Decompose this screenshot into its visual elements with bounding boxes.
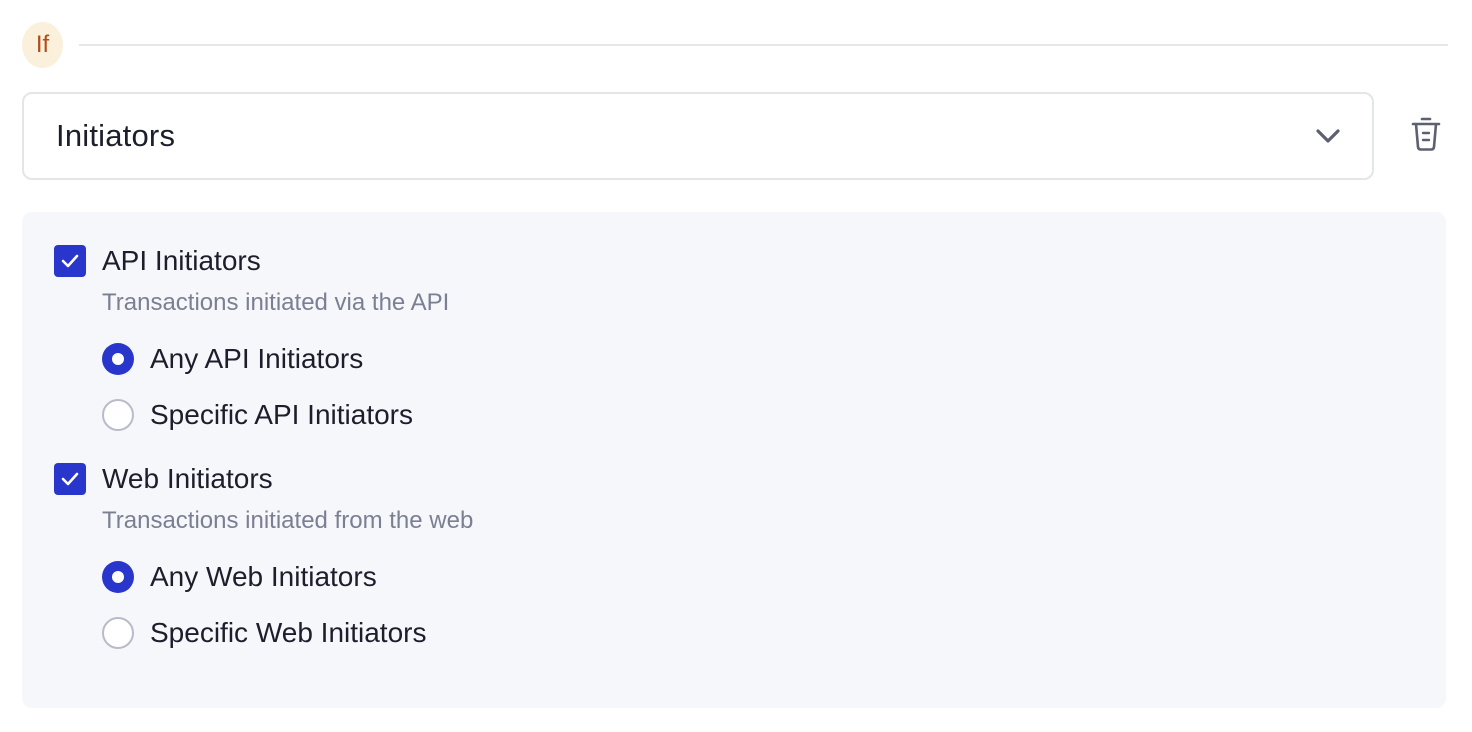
delete-condition-button[interactable] (1410, 116, 1442, 156)
chevron-down-icon (1314, 122, 1342, 150)
trash-icon (1411, 116, 1441, 157)
radio-any-web[interactable] (102, 561, 134, 593)
radio-option-specific-api[interactable]: Specific API Initiators (102, 398, 1414, 432)
radio-label: Specific Web Initiators (150, 617, 427, 648)
radio-label: Specific API Initiators (150, 399, 414, 430)
web-initiators-description: Transactions initiated from the web (102, 507, 474, 534)
checkmark-icon (61, 254, 79, 268)
select-value: Initiators (56, 118, 176, 153)
condition-header: If (22, 22, 1448, 68)
web-initiators-row: Web Initiators (54, 462, 1414, 496)
api-initiators-description: Transactions initiated via the API (102, 289, 450, 316)
radio-option-specific-web[interactable]: Specific Web Initiators (102, 616, 1414, 650)
web-initiators-options: Any Web Initiators Specific Web Initiato… (102, 560, 1414, 650)
radio-option-any-api[interactable]: Any API Initiators (102, 342, 1414, 376)
radio-specific-web[interactable] (102, 617, 134, 649)
condition-editor: If Initiators API Initiators Transaction… (0, 0, 1472, 732)
radio-label: Any Web Initiators (150, 561, 377, 592)
web-initiators-label: Web Initiators (102, 463, 273, 494)
radio-specific-api[interactable] (102, 399, 134, 431)
web-initiators-group: Web Initiators Transactions initiated fr… (54, 462, 1414, 650)
checkmark-icon (61, 472, 79, 486)
web-initiators-checkbox[interactable] (54, 463, 86, 495)
api-initiators-label: API Initiators (102, 245, 261, 276)
condition-type-select[interactable]: Initiators (22, 92, 1374, 180)
radio-label: Any API Initiators (150, 343, 364, 374)
api-initiators-options: Any API Initiators Specific API Initiato… (102, 342, 1414, 432)
radio-any-api[interactable] (102, 343, 134, 375)
if-badge: If (22, 22, 63, 68)
radio-option-any-web[interactable]: Any Web Initiators (102, 560, 1414, 594)
api-initiators-row: API Initiators (54, 244, 1414, 278)
initiators-panel: API Initiators Transactions initiated vi… (22, 212, 1446, 708)
condition-select-row: Initiators (22, 92, 1448, 180)
api-initiators-checkbox[interactable] (54, 245, 86, 277)
header-divider (79, 44, 1448, 46)
api-initiators-group: API Initiators Transactions initiated vi… (54, 244, 1414, 432)
